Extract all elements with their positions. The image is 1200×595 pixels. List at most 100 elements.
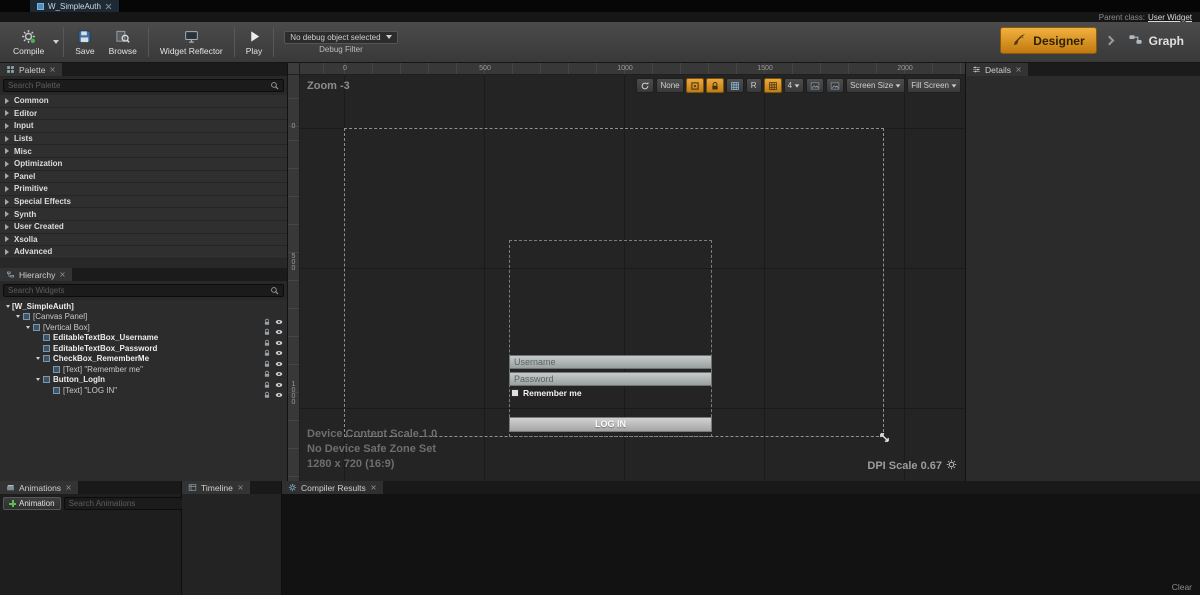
dpi-settings-gear-icon[interactable] bbox=[946, 459, 957, 473]
animations-tab[interactable]: Animations bbox=[0, 481, 78, 494]
expand-caret-icon bbox=[5, 98, 9, 104]
animations-search-input[interactable] bbox=[69, 499, 179, 508]
palette-category-synth[interactable]: Synth bbox=[0, 208, 287, 221]
play-button[interactable]: Play bbox=[239, 24, 270, 60]
horizontal-ruler: 0500100015002000 bbox=[300, 63, 965, 75]
remember-me-preview[interactable]: Remember me bbox=[511, 388, 582, 398]
hierarchy-row-button-login[interactable]: Button_LogIn bbox=[0, 375, 287, 386]
palette-category-misc[interactable]: Misc bbox=[0, 145, 287, 158]
editable-text-box-icon bbox=[43, 345, 50, 352]
lock-icon[interactable] bbox=[263, 386, 271, 404]
snap-grid-button[interactable] bbox=[764, 78, 782, 93]
palette-category-panel[interactable]: Panel bbox=[0, 171, 287, 184]
resize-handle-icon[interactable] bbox=[878, 431, 891, 444]
palette-category-editor[interactable]: Editor bbox=[0, 108, 287, 121]
text-block-icon bbox=[53, 366, 60, 373]
expand-caret-icon[interactable] bbox=[34, 357, 42, 360]
vertical-box-outline[interactable] bbox=[509, 240, 712, 437]
anchor-button[interactable] bbox=[686, 78, 704, 93]
hierarchy-search-input[interactable] bbox=[8, 286, 266, 295]
diagonal-arrow-icon bbox=[878, 431, 891, 448]
expand-caret-icon[interactable] bbox=[34, 378, 42, 381]
checkbox-icon[interactable] bbox=[511, 389, 519, 397]
palette-category-optimization[interactable]: Optimization bbox=[0, 158, 287, 171]
hierarchy-row-canvas-panel[interactable]: [Canvas Panel] bbox=[0, 312, 287, 323]
expand-caret-icon[interactable] bbox=[24, 326, 32, 329]
dpi-scale: DPI Scale 0.67 bbox=[867, 459, 957, 473]
browse-button[interactable]: Browse bbox=[102, 24, 144, 60]
debug-object-dropdown[interactable]: No debug object selected bbox=[284, 31, 397, 44]
add-animation-button[interactable]: Animation bbox=[3, 497, 61, 510]
hierarchy-header: Hierarchy bbox=[0, 268, 287, 281]
hierarchy-row-editabletextbox-password[interactable]: EditableTextBox_Password bbox=[0, 343, 287, 354]
compile-options-caret-icon[interactable] bbox=[53, 40, 59, 44]
parent-class-link[interactable]: User Widget bbox=[1148, 13, 1192, 22]
widget-outline-button[interactable] bbox=[726, 78, 744, 93]
hierarchy-row-text-remember-me[interactable]: [Text] "Remember me" bbox=[0, 364, 287, 375]
save-button[interactable]: Save bbox=[68, 24, 101, 60]
browse-icon bbox=[115, 29, 131, 45]
designer-mode-button[interactable]: Designer bbox=[1000, 27, 1096, 54]
fill-screen-dropdown[interactable]: Fill Screen bbox=[907, 78, 961, 93]
compiler-results-tab[interactable]: Compiler Results bbox=[282, 481, 383, 494]
password-textbox-preview[interactable]: Password bbox=[509, 372, 712, 386]
login-button-preview[interactable]: LOG IN bbox=[509, 417, 712, 432]
expand-caret-icon[interactable] bbox=[4, 305, 12, 308]
hierarchy-row-w-simpleauth[interactable]: [W_SimpleAuth] bbox=[0, 301, 287, 312]
expand-caret-icon[interactable] bbox=[14, 315, 22, 318]
hierarchy-row-text-log-in[interactable]: [Text] "LOG IN" bbox=[0, 385, 287, 396]
text-block-icon bbox=[53, 387, 60, 394]
close-panel-icon[interactable] bbox=[238, 485, 244, 491]
palette-category-user-created[interactable]: User Created bbox=[0, 221, 287, 234]
close-panel-icon[interactable] bbox=[50, 67, 56, 73]
palette-search bbox=[3, 79, 284, 92]
username-textbox-preview[interactable]: Username bbox=[509, 355, 712, 369]
compile-button[interactable]: Compile bbox=[6, 24, 51, 60]
expand-caret-icon bbox=[5, 173, 9, 179]
hierarchy-tab[interactable]: Hierarchy bbox=[0, 268, 72, 281]
palette-category-advanced[interactable]: Advanced bbox=[0, 246, 287, 259]
palette-category-primitive[interactable]: Primitive bbox=[0, 183, 287, 196]
palette-category-input[interactable]: Input bbox=[0, 120, 287, 133]
canvas-viewport[interactable]: Username Password Remember me LOG IN Zoo… bbox=[300, 75, 965, 481]
palette-category-lists[interactable]: Lists bbox=[0, 133, 287, 146]
hierarchy-row-vertical-box[interactable]: [Vertical Box] bbox=[0, 322, 287, 333]
hierarchy-row-editabletextbox-username[interactable]: EditableTextBox_Username bbox=[0, 333, 287, 344]
orientation-button[interactable] bbox=[826, 78, 844, 93]
palette-tab[interactable]: Palette bbox=[0, 63, 62, 76]
close-panel-icon[interactable] bbox=[370, 485, 376, 491]
ruler-number: 2000 bbox=[897, 65, 913, 72]
palette-category-xsolla[interactable]: Xsolla bbox=[0, 234, 287, 247]
graph-mode-button[interactable]: Graph bbox=[1122, 28, 1190, 54]
respect-locks-button[interactable]: R bbox=[746, 78, 762, 93]
widget-reflector-button[interactable]: Widget Reflector bbox=[153, 24, 230, 60]
document-tab[interactable]: W_SimpleAuth bbox=[30, 0, 120, 12]
compiler-results-header: Compiler Results bbox=[282, 481, 1200, 494]
palette-category-common[interactable]: Common bbox=[0, 95, 287, 108]
gridline bbox=[904, 75, 905, 481]
palette-panel: Palette CommonEditorInputListsMiscOptimi… bbox=[0, 63, 287, 268]
expand-caret-icon bbox=[5, 110, 9, 116]
close-panel-icon[interactable] bbox=[66, 485, 72, 491]
localization-preview-button[interactable] bbox=[636, 78, 654, 93]
plus-icon bbox=[9, 500, 16, 507]
preview-state-dropdown[interactable]: None bbox=[656, 78, 683, 93]
close-panel-icon[interactable] bbox=[1016, 67, 1022, 73]
preview-background-button[interactable] bbox=[806, 78, 824, 93]
close-panel-icon[interactable] bbox=[60, 272, 66, 278]
grid-size-dropdown[interactable]: 4 bbox=[784, 78, 804, 93]
close-tab-icon[interactable] bbox=[105, 3, 112, 10]
timeline-tab[interactable]: Timeline bbox=[182, 481, 250, 494]
widget-blueprint-editor: W_SimpleAuth Parent class: User Widget C… bbox=[0, 0, 1200, 595]
clear-log-button[interactable]: Clear bbox=[1172, 582, 1192, 592]
expand-caret-icon bbox=[5, 249, 9, 255]
hierarchy-row-checkbox-rememberme[interactable]: CheckBox_RememberMe bbox=[0, 354, 287, 365]
left-dock: Palette CommonEditorInputListsMiscOptimi… bbox=[0, 63, 288, 481]
lock-widgets-button[interactable] bbox=[706, 78, 724, 93]
visibility-eye-icon[interactable] bbox=[275, 386, 283, 404]
details-tab[interactable]: Details bbox=[966, 63, 1028, 76]
image-icon bbox=[830, 81, 840, 91]
palette-search-input[interactable] bbox=[8, 81, 266, 90]
screen-size-dropdown[interactable]: Screen Size bbox=[846, 78, 905, 93]
palette-category-special-effects[interactable]: Special Effects bbox=[0, 196, 287, 209]
